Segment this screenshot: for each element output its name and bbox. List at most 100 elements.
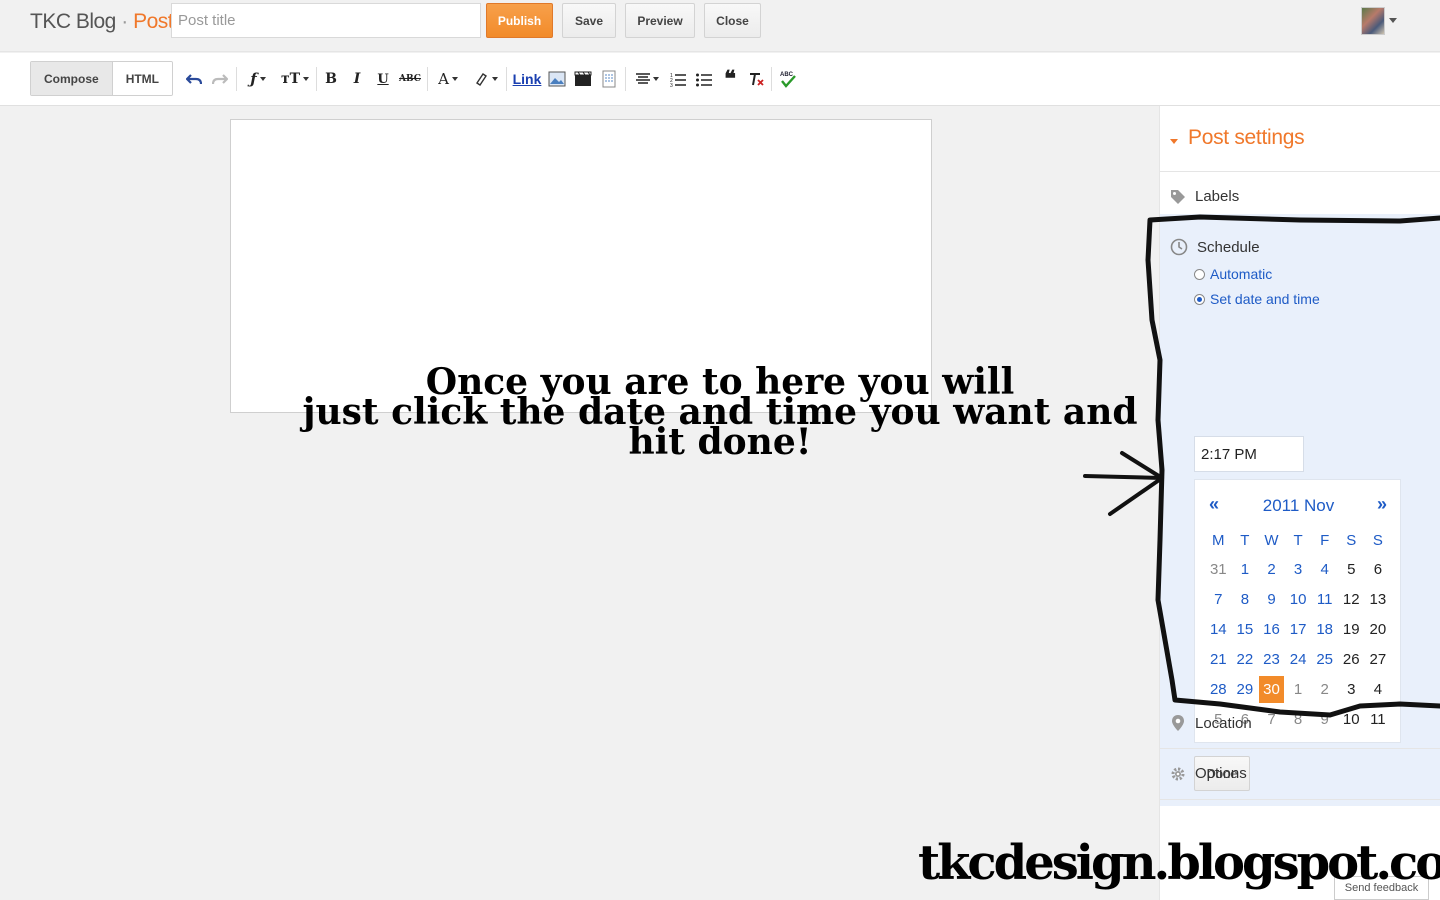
calendar-day[interactable]: 9 bbox=[1258, 584, 1285, 614]
calendar-day[interactable]: 31 bbox=[1205, 554, 1232, 584]
account-menu-caret-icon[interactable] bbox=[1389, 18, 1397, 23]
post-settings-title[interactable]: Post settings bbox=[1188, 126, 1305, 150]
calendar-day-number: 4 bbox=[1373, 680, 1383, 698]
calendar-day[interactable]: 17 bbox=[1285, 614, 1312, 644]
text-color-icon[interactable]: A bbox=[434, 67, 462, 91]
save-button[interactable]: Save bbox=[562, 3, 616, 38]
calendar-day[interactable]: 15 bbox=[1232, 614, 1259, 644]
calendar-day[interactable]: 16 bbox=[1258, 614, 1285, 644]
font-family-icon[interactable]: ƒ bbox=[243, 67, 273, 91]
calendar-day[interactable]: 24 bbox=[1285, 644, 1312, 674]
spellcheck-icon[interactable]: ABC bbox=[778, 67, 798, 91]
underline-icon[interactable]: U bbox=[376, 67, 390, 91]
calendar-day[interactable]: 27 bbox=[1365, 644, 1392, 674]
redo-icon[interactable] bbox=[211, 67, 229, 91]
calendar-day-number: 18 bbox=[1316, 620, 1334, 638]
calendar-day[interactable]: 12 bbox=[1338, 584, 1365, 614]
top-bar: TKC Blog · Post Publish Save Preview Clo… bbox=[0, 0, 1440, 52]
calendar-day[interactable]: 3 bbox=[1338, 674, 1365, 704]
tab-html[interactable]: HTML bbox=[112, 62, 173, 95]
highlight-color-icon[interactable] bbox=[470, 67, 500, 91]
calendar-day-number: 6 bbox=[1373, 560, 1383, 578]
calendar-day-number: 10 bbox=[1289, 590, 1307, 608]
calendar-day-number: 7 bbox=[1214, 590, 1223, 608]
link-button[interactable]: Link bbox=[513, 67, 542, 91]
schedule-title: Schedule bbox=[1197, 238, 1260, 256]
radio-automatic-button[interactable] bbox=[1194, 268, 1205, 280]
location-section[interactable]: Location bbox=[1170, 714, 1252, 732]
time-input[interactable]: 2:17 PM bbox=[1194, 436, 1304, 472]
calendar-day-number: 30 bbox=[1258, 675, 1284, 703]
calendar-day[interactable]: 7 bbox=[1258, 704, 1285, 734]
avatar[interactable] bbox=[1361, 7, 1385, 35]
calendar-day[interactable]: 6 bbox=[1365, 554, 1392, 584]
publish-button[interactable]: Publish bbox=[486, 3, 553, 38]
schedule-header[interactable]: Schedule bbox=[1170, 238, 1260, 256]
calendar-day[interactable]: 1 bbox=[1285, 674, 1312, 704]
calendar-day[interactable]: 29 bbox=[1232, 674, 1259, 704]
align-icon[interactable] bbox=[632, 67, 662, 91]
radio-automatic[interactable]: Automatic bbox=[1194, 266, 1272, 282]
tab-compose[interactable]: Compose bbox=[31, 62, 113, 95]
calendar-header: « 2011 Nov » bbox=[1195, 494, 1402, 518]
calendar-day[interactable]: 20 bbox=[1365, 614, 1392, 644]
calendar-day[interactable]: 2 bbox=[1311, 674, 1338, 704]
numbered-list-icon[interactable]: 123 bbox=[669, 67, 687, 91]
insert-jump-break-icon[interactable] bbox=[600, 67, 618, 91]
calendar-day-number: 2 bbox=[1320, 680, 1329, 698]
calendar-day-number: 12 bbox=[1342, 590, 1360, 608]
divider bbox=[1160, 799, 1440, 800]
calendar-day[interactable]: 21 bbox=[1205, 644, 1232, 674]
calendar-day[interactable]: 10 bbox=[1338, 704, 1365, 734]
remove-formatting-icon[interactable] bbox=[747, 67, 765, 91]
calendar-day[interactable]: 11 bbox=[1365, 704, 1392, 734]
calendar-day[interactable]: 10 bbox=[1285, 584, 1312, 614]
bulleted-list-icon[interactable] bbox=[695, 67, 713, 91]
calendar-weekday: T bbox=[1293, 531, 1303, 549]
insert-video-icon[interactable] bbox=[573, 67, 593, 91]
calendar-day[interactable]: 8 bbox=[1232, 584, 1259, 614]
collapse-caret-icon[interactable] bbox=[1170, 139, 1178, 144]
calendar-day[interactable]: 9 bbox=[1311, 704, 1338, 734]
radio-set-date-time[interactable]: Set date and time bbox=[1194, 291, 1320, 307]
text-color-glyph: A bbox=[438, 70, 449, 88]
bold-icon[interactable]: B bbox=[324, 67, 338, 91]
calendar-day[interactable]: 3 bbox=[1285, 554, 1312, 584]
font-size-icon[interactable]: ᴛT bbox=[280, 67, 310, 91]
calendar-day[interactable]: 19 bbox=[1338, 614, 1365, 644]
calendar-day[interactable]: 7 bbox=[1205, 584, 1232, 614]
labels-section[interactable]: Labels bbox=[1170, 188, 1239, 205]
calendar-day[interactable]: 28 bbox=[1205, 674, 1232, 704]
calendar-day-number: 4 bbox=[1320, 560, 1329, 578]
calendar-day[interactable]: 11 bbox=[1311, 584, 1338, 614]
calendar-day[interactable]: 4 bbox=[1365, 674, 1392, 704]
strikethrough-icon[interactable]: ABC bbox=[399, 67, 421, 91]
next-month-button[interactable]: » bbox=[1377, 494, 1387, 515]
post-title-input[interactable] bbox=[171, 3, 481, 38]
calendar-day[interactable]: 1 bbox=[1232, 554, 1259, 584]
calendar-day[interactable]: 22 bbox=[1232, 644, 1259, 674]
calendar-day[interactable]: 5 bbox=[1338, 554, 1365, 584]
quote-icon[interactable]: ❝ bbox=[721, 66, 739, 92]
calendar-day-number: 9 bbox=[1320, 710, 1329, 728]
options-section[interactable]: Options bbox=[1170, 765, 1247, 782]
preview-button[interactable]: Preview bbox=[625, 3, 695, 38]
calendar-day[interactable]: 25 bbox=[1311, 644, 1338, 674]
calendar-day-selected[interactable]: 30 bbox=[1258, 674, 1285, 704]
italic-icon[interactable]: I bbox=[350, 67, 364, 91]
calendar-day[interactable]: 23 bbox=[1258, 644, 1285, 674]
close-button[interactable]: Close bbox=[704, 3, 761, 38]
calendar-day[interactable]: 18 bbox=[1311, 614, 1338, 644]
insert-image-icon[interactable] bbox=[547, 67, 567, 91]
calendar-weekday: F bbox=[1320, 531, 1330, 549]
calendar-day-number: 2 bbox=[1267, 560, 1276, 578]
calendar-day[interactable]: 14 bbox=[1205, 614, 1232, 644]
calendar-day[interactable]: 13 bbox=[1365, 584, 1392, 614]
blog-name[interactable]: TKC Blog bbox=[30, 10, 116, 33]
radio-set-date-time-button[interactable] bbox=[1194, 293, 1205, 305]
calendar-day[interactable]: 8 bbox=[1285, 704, 1312, 734]
calendar-day[interactable]: 26 bbox=[1338, 644, 1365, 674]
calendar-day[interactable]: 4 bbox=[1311, 554, 1338, 584]
undo-icon[interactable] bbox=[185, 67, 203, 91]
calendar-day[interactable]: 2 bbox=[1258, 554, 1285, 584]
